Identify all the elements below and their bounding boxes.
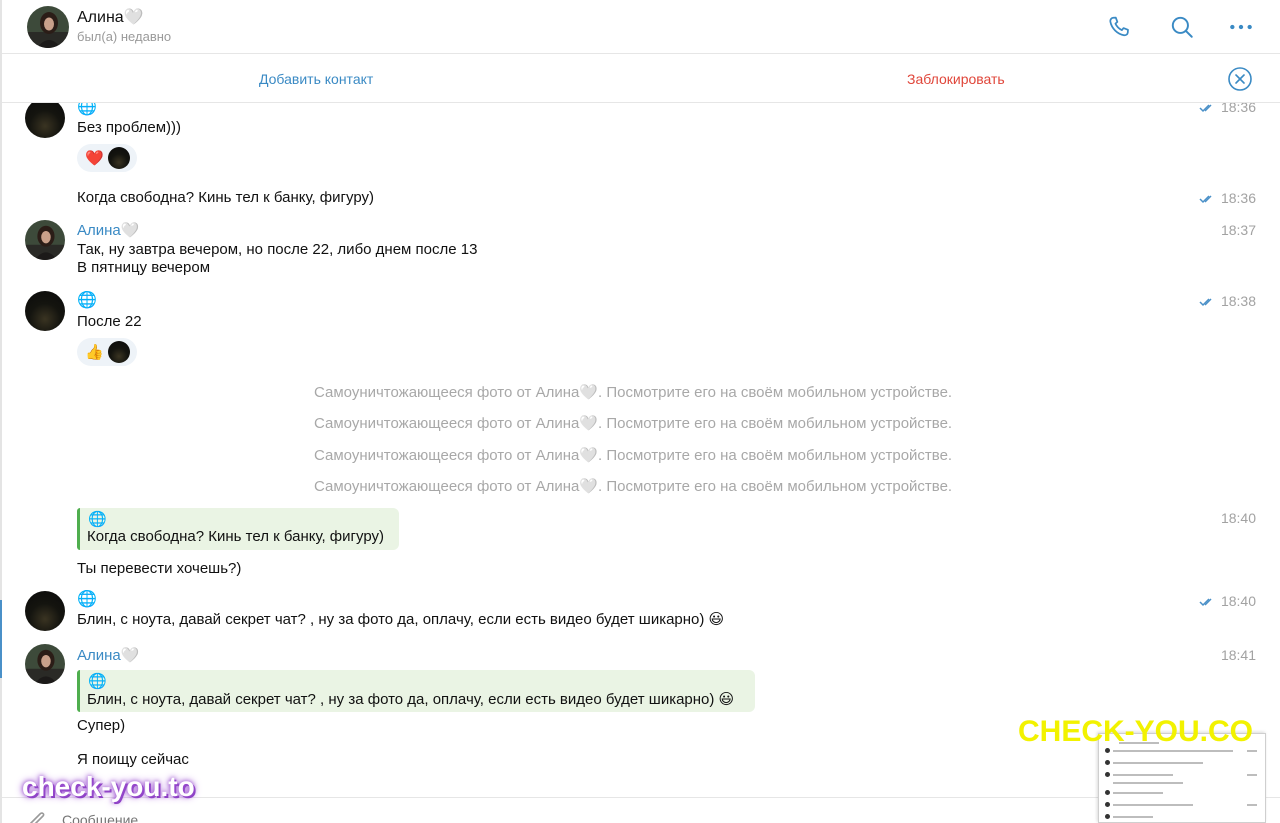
search-icon[interactable] <box>1167 12 1197 42</box>
message-time: 18:38 <box>1176 293 1256 309</box>
watermark-top: CHECK-YOU.CO <box>1018 715 1254 748</box>
sender-avatar[interactable] <box>25 291 65 331</box>
message-text: В пятницу вечером <box>77 259 211 276</box>
contact-name[interactable]: Алина🤍 <box>77 7 144 27</box>
read-check-icon <box>1199 598 1212 607</box>
contact-action-bar: Добавить контакт Заблокировать <box>2 54 1280 103</box>
message-text: Я поищу сейчас <box>77 751 189 768</box>
globe-icon: 🌐 <box>77 103 97 116</box>
message-time: 18:36 <box>1176 190 1256 206</box>
reply-quote[interactable]: 🌐 Блин, с ноута, давай секрет чат? , ну … <box>77 670 755 712</box>
thumbs-up-icon: 👍 <box>85 344 104 361</box>
message-text: Супер) <box>77 717 126 734</box>
service-message: Самоуничтожающееся фото от Алина🤍. Посмо… <box>314 384 953 401</box>
watermark-bottom: check-you.to <box>22 771 195 802</box>
message-text: Блин, с ноута, давай секрет чат? , ну за… <box>77 611 725 628</box>
attach-icon[interactable] <box>24 810 48 823</box>
reply-quote-text: Блин, с ноута, давай секрет чат? , ну за… <box>87 691 735 708</box>
sender-avatar[interactable] <box>25 103 65 138</box>
service-message: Самоуничтожающееся фото от Алина🤍. Посмо… <box>314 447 953 464</box>
contact-avatar[interactable] <box>27 6 69 48</box>
reactor-avatar <box>107 341 130 363</box>
contact-avatar[interactable] <box>25 644 65 684</box>
read-check-icon <box>1199 104 1212 113</box>
reaction-heart[interactable]: ❤️ <box>77 144 137 172</box>
reply-quote[interactable]: 🌐 Когда свободна? Кинь тел к банку, фигу… <box>77 508 399 550</box>
message-time: 18:36 <box>1176 103 1256 115</box>
globe-icon: 🌐 <box>88 511 107 528</box>
message-text: Так, ну завтра вечером, но после 22, либ… <box>77 241 478 258</box>
sender-name[interactable]: Алина🤍 <box>77 221 139 239</box>
message-text: Когда свободна? Кинь тел к банку, фигуру… <box>77 189 374 206</box>
sender-avatar[interactable] <box>25 591 65 631</box>
service-message: Самоуничтожающееся фото от Алина🤍. Посмо… <box>314 478 953 495</box>
heart-icon: ❤️ <box>85 150 104 167</box>
message-time: 18:41 <box>1220 647 1256 663</box>
read-check-icon <box>1199 298 1212 307</box>
reply-quote-text: Когда свободна? Кинь тел к банку, фигуру… <box>87 528 384 545</box>
block-button[interactable]: Заблокировать <box>907 71 1005 87</box>
message-list[interactable]: 🌐 Без проблем))) 18:36 ❤️ Когда свободна… <box>2 103 1280 797</box>
close-icon[interactable] <box>1227 66 1253 92</box>
globe-icon: 🌐 <box>77 591 97 608</box>
contact-avatar[interactable] <box>25 220 65 260</box>
globe-icon: 🌐 <box>77 292 97 309</box>
sender-name[interactable]: Алина🤍 <box>77 646 139 664</box>
message-time: 18:40 <box>1220 510 1256 526</box>
add-contact-button[interactable]: Добавить контакт <box>259 71 373 87</box>
more-icon[interactable] <box>1226 12 1256 42</box>
message-time: 18:40 <box>1176 593 1256 609</box>
message-text: Ты перевести хочешь?) <box>77 560 242 577</box>
contact-status: был(а) недавно <box>77 29 172 44</box>
read-check-icon <box>1199 195 1212 204</box>
reactor-avatar <box>107 147 130 169</box>
phone-icon[interactable] <box>1104 12 1134 42</box>
globe-icon: 🌐 <box>88 673 107 690</box>
service-message: Самоуничтожающееся фото от Алина🤍. Посмо… <box>314 415 953 432</box>
message-text: Без проблем))) <box>77 119 182 136</box>
reaction-thumbs-up[interactable]: 👍 <box>77 338 137 366</box>
message-time: 18:37 <box>1220 222 1256 238</box>
chat-header: Алина🤍 был(а) недавно <box>2 0 1280 54</box>
message-input[interactable] <box>62 812 862 823</box>
message-text: После 22 <box>77 313 142 330</box>
